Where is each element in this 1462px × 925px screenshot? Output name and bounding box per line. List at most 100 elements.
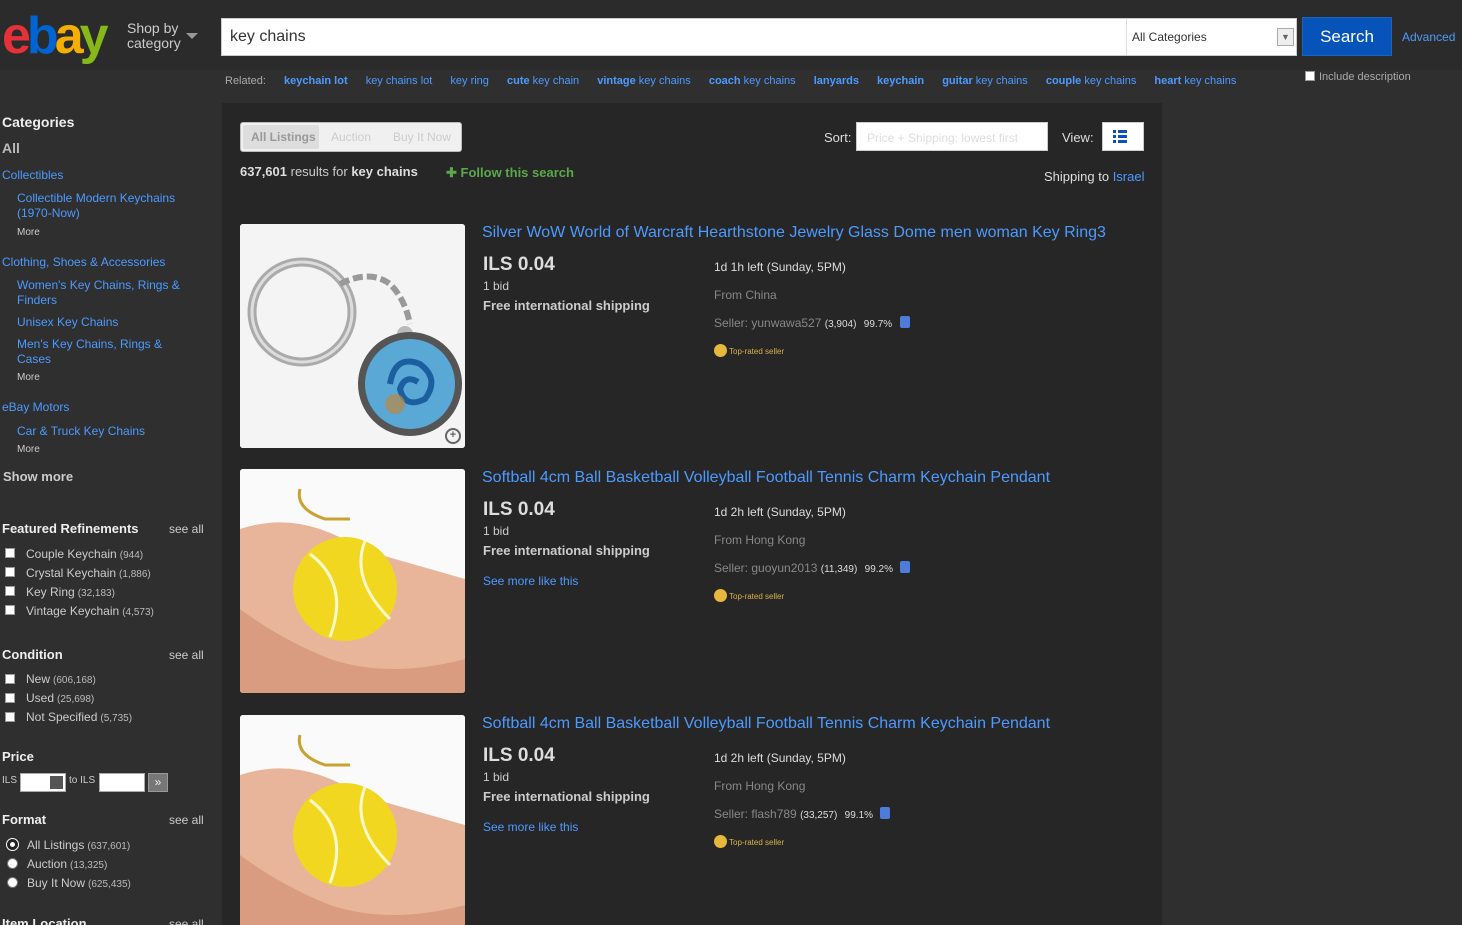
listing-item: Softball 4cm Ball Basketball Volleyball … [240, 715, 1150, 925]
ebay-logo[interactable]: ebay [2, 10, 109, 62]
category-ebay-motors[interactable]: eBay Motors [2, 400, 69, 414]
condition-option[interactable]: Not Specified (5,735) [26, 710, 132, 724]
related-link[interactable]: keychain [877, 75, 924, 87]
related-link[interactable]: lanyards [814, 75, 859, 87]
related-link[interactable]: vintage key chains [597, 75, 691, 87]
listing-bids: 1 bid [483, 524, 510, 538]
category-collectibles[interactable]: Collectibles [2, 168, 63, 182]
follow-search-link[interactable]: ✚ Follow this search [446, 165, 574, 181]
price-min-input[interactable] [20, 773, 66, 792]
include-description-checkbox[interactable] [1305, 71, 1315, 81]
zoom-icon[interactable]: + [445, 428, 461, 444]
featured-checkbox[interactable] [5, 548, 15, 558]
format-radio[interactable] [7, 877, 18, 888]
listing-shipping: Free international shipping [483, 298, 650, 313]
shop-by-category-button[interactable]: Shop by category [127, 21, 181, 51]
format-see-all-link[interactable]: see all [169, 813, 204, 827]
include-description-option[interactable]: Include description [1305, 71, 1411, 83]
listing-from: From China [714, 288, 777, 302]
chevron-down-icon[interactable]: ▼ [1277, 28, 1294, 46]
related-link[interactable]: keychain lot [284, 75, 348, 87]
view-toggle-button[interactable] [1102, 122, 1144, 151]
condition-checkbox[interactable] [5, 674, 15, 684]
listing-shipping: Free international shipping [483, 789, 650, 804]
related-link[interactable]: key chains lot [366, 75, 433, 87]
category-unisex-key-chains[interactable]: Unisex Key Chains [17, 315, 197, 330]
search-button[interactable]: Search [1302, 17, 1392, 56]
format-radio[interactable] [7, 858, 18, 869]
related-link[interactable]: heart key chains [1154, 75, 1236, 87]
category-more[interactable]: More [17, 227, 40, 238]
condition-see-all-link[interactable]: see all [169, 648, 204, 662]
listing-type-tabs: All Listings Auction Buy It Now [240, 122, 462, 152]
listing-title[interactable]: Softball 4cm Ball Basketball Volleyball … [482, 469, 1050, 487]
listing-image[interactable] [240, 715, 465, 925]
listing-image[interactable] [240, 469, 465, 693]
category-car-truck-key-chains[interactable]: Car & Truck Key Chains [17, 424, 197, 439]
see-more-like-this-link[interactable]: See more like this [483, 820, 578, 834]
featured-option[interactable]: Crystal Keychain (1,886) [26, 566, 151, 580]
condition-checkbox[interactable] [5, 693, 15, 703]
tab-auction[interactable]: Auction [331, 130, 371, 144]
related-searches: Related: keychain lot key chains lot key… [225, 75, 1236, 87]
format-option[interactable]: All Listings (637,601) [27, 838, 130, 852]
featured-see-all-link[interactable]: see all [169, 522, 204, 536]
top-rated-seller: Top-rated seller [714, 344, 784, 357]
listing-title[interactable]: Silver WoW World of Warcraft Hearthstone… [482, 224, 1106, 242]
featured-option[interactable]: Key Ring (32,183) [26, 585, 115, 599]
category-more[interactable]: More [17, 444, 40, 455]
condition-option[interactable]: Used (25,698) [26, 691, 94, 705]
advanced-search-link[interactable]: Advanced [1402, 30, 1455, 44]
category-womens-key-chains[interactable]: Women's Key Chains, Rings & Finders [17, 278, 197, 308]
format-radio[interactable] [7, 839, 18, 850]
top-rated-medal-icon [714, 344, 727, 357]
related-link[interactable]: cute key chain [507, 75, 579, 87]
listing-item: + Silver WoW World of Warcraft Hearthsto… [240, 224, 1150, 450]
related-link[interactable]: key ring [450, 75, 489, 87]
featured-checkbox[interactable] [5, 605, 15, 615]
top-rated-medal-icon [714, 835, 727, 848]
category-mens-key-chains[interactable]: Men's Key Chains, Rings & Cases [17, 337, 197, 367]
listing-item: Softball 4cm Ball Basketball Volleyball … [240, 469, 1150, 695]
category-select[interactable]: All Categories ▼ [1126, 19, 1297, 55]
chevron-down-icon[interactable] [186, 33, 198, 39]
related-link[interactable]: guitar key chains [942, 75, 1028, 87]
category-all[interactable]: All [2, 140, 20, 156]
shipping-to: Shipping to Israel [1044, 169, 1145, 184]
listing-image[interactable]: + [240, 224, 465, 448]
seller-badge-icon [880, 807, 891, 819]
condition-checkbox[interactable] [5, 712, 15, 722]
format-option[interactable]: Auction (13,325) [27, 857, 107, 871]
category-modern-keychains[interactable]: Collectible Modern Keychains (1970-Now) [17, 191, 197, 221]
sort-select[interactable]: Price + Shipping: lowest first [856, 122, 1048, 151]
calculator-icon [50, 776, 63, 789]
price-max-input[interactable] [99, 773, 145, 792]
listing-price: ILS 0.04 [483, 745, 555, 766]
shipping-country-link[interactable]: Israel [1113, 169, 1145, 184]
format-option[interactable]: Buy It Now (625,435) [27, 876, 131, 890]
condition-option[interactable]: New (606,168) [26, 672, 96, 686]
search-input[interactable] [230, 28, 1110, 46]
price-to-label: to ILS [69, 775, 96, 786]
show-more-link[interactable]: Show more [3, 469, 73, 484]
related-link[interactable]: coach key chains [709, 75, 796, 87]
list-view-icon [1113, 130, 1127, 143]
category-more[interactable]: More [17, 372, 40, 383]
tennis-ball-keychain-image [240, 469, 465, 693]
featured-checkbox[interactable] [5, 567, 15, 577]
see-more-like-this-link[interactable]: See more like this [483, 574, 578, 588]
listing-title[interactable]: Softball 4cm Ball Basketball Volleyball … [482, 715, 1050, 733]
listing-seller: Seller: yunwawa527 (3,904) 99.7% [714, 316, 910, 330]
item-location-see-all-link[interactable]: see all [169, 917, 204, 925]
shop-by-category-line2: category [127, 35, 181, 51]
related-link[interactable]: couple key chains [1046, 75, 1136, 87]
results-count: 637,601 results for key chains [240, 164, 418, 179]
featured-option[interactable]: Couple Keychain (944) [26, 547, 143, 561]
tab-all-listings[interactable]: All Listings [251, 130, 316, 144]
featured-option[interactable]: Vintage Keychain (4,573) [26, 604, 154, 618]
tab-buy-it-now[interactable]: Buy It Now [393, 130, 451, 144]
featured-checkbox[interactable] [5, 586, 15, 596]
price-submit-button[interactable]: » [148, 773, 168, 792]
format-heading: Format [2, 812, 47, 827]
category-clothing[interactable]: Clothing, Shoes & Accessories [2, 255, 165, 269]
